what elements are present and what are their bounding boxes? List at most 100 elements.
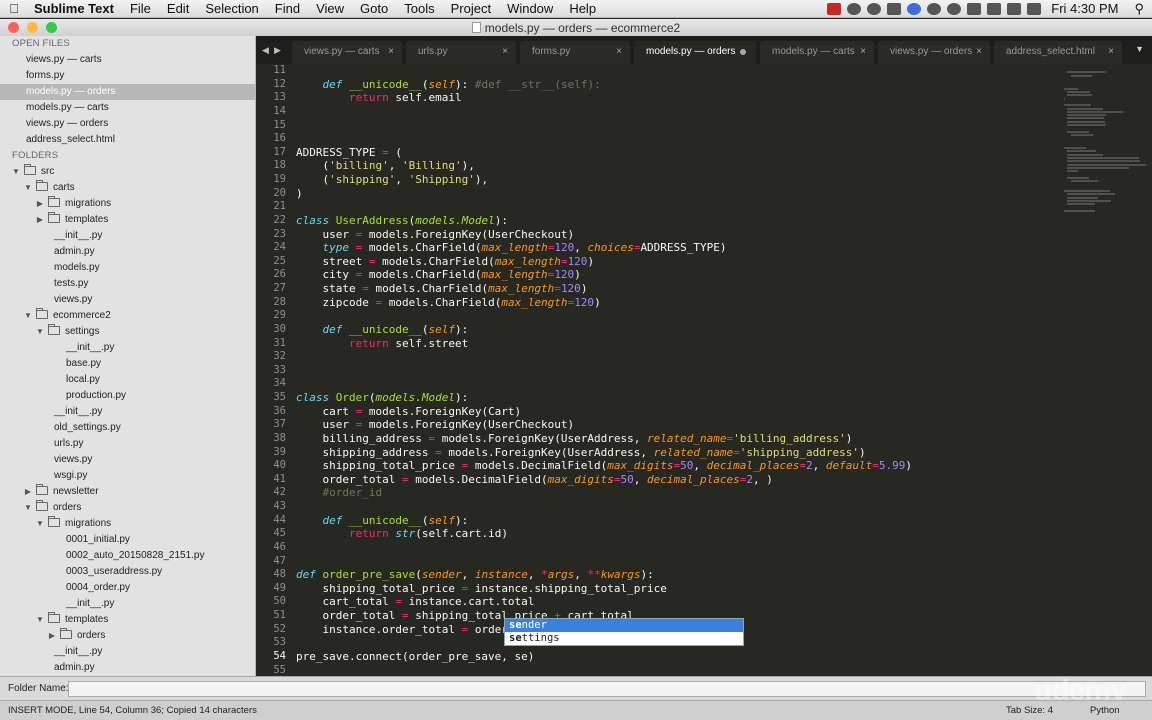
- code-line[interactable]: [296, 119, 912, 133]
- code-line[interactable]: shipping_address = models.ForeignKey(Use…: [296, 446, 912, 460]
- code-line[interactable]: [296, 664, 912, 677]
- code-area[interactable]: def __unicode__(self): #def __str__(self…: [296, 64, 912, 676]
- code-line[interactable]: [296, 364, 912, 378]
- autocomplete-item[interactable]: sender: [505, 619, 743, 632]
- code-line[interactable]: def __unicode__(self): #def __str__(self…: [296, 78, 912, 92]
- tab-urls-py[interactable]: urls.py ×: [406, 41, 516, 64]
- autocomplete-item[interactable]: settings: [505, 632, 743, 645]
- folder-item[interactable]: ▼ src: [0, 164, 255, 180]
- battery-icon[interactable]: [1027, 2, 1042, 15]
- code-line[interactable]: pre_save.connect(order_pre_save, se): [296, 650, 912, 664]
- expanded-arrow-icon[interactable]: ▼: [34, 612, 46, 628]
- open-file-item[interactable]: models.py — carts: [0, 100, 255, 116]
- menu-edit[interactable]: Edit: [159, 1, 197, 16]
- code-line[interactable]: [296, 309, 912, 323]
- close-tab-icon[interactable]: ×: [616, 41, 622, 62]
- code-line[interactable]: street = models.CharField(max_length=120…: [296, 255, 912, 269]
- collapsed-arrow-icon[interactable]: ▶: [34, 196, 46, 212]
- code-line[interactable]: [296, 132, 912, 146]
- menu-help[interactable]: Help: [561, 1, 604, 16]
- file-item[interactable]: old_settings.py: [0, 420, 255, 436]
- tab-list-dropdown-icon[interactable]: ▼: [1135, 44, 1144, 54]
- file-item[interactable]: __init__.py: [0, 228, 255, 244]
- code-line[interactable]: class Order(models.Model):: [296, 391, 912, 405]
- tab-forms-py[interactable]: forms.py ×: [520, 41, 630, 64]
- code-line[interactable]: cart_total = instance.cart.total: [296, 595, 912, 609]
- menu-file[interactable]: File: [122, 1, 159, 16]
- open-file-item[interactable]: address_select.html: [0, 132, 255, 148]
- file-item[interactable]: __init__.py: [0, 596, 255, 612]
- file-item[interactable]: production.py: [0, 388, 255, 404]
- code-line[interactable]: shipping_total_price = models.DecimalFie…: [296, 459, 911, 473]
- folder-item[interactable]: ▶ orders: [0, 628, 255, 644]
- code-line[interactable]: city = models.CharField(max_length=120): [296, 268, 912, 282]
- code-line[interactable]: [296, 541, 912, 555]
- file-item[interactable]: tests.py: [0, 276, 255, 292]
- code-line[interactable]: return self.street: [296, 337, 912, 351]
- code-line[interactable]: ('billing', 'Billing'),: [296, 159, 912, 173]
- code-line[interactable]: ('shipping', 'Shipping'),: [296, 173, 912, 187]
- tab-address-select-html[interactable]: address_select.html ×: [994, 41, 1122, 64]
- expanded-arrow-icon[interactable]: ▼: [34, 324, 46, 340]
- open-file-item[interactable]: views.py — orders: [0, 116, 255, 132]
- menu-tools[interactable]: Tools: [396, 1, 442, 16]
- collapsed-arrow-icon[interactable]: ▶: [46, 628, 58, 644]
- folder-item[interactable]: ▼ templates: [0, 612, 255, 628]
- file-item[interactable]: 0001_initial.py: [0, 532, 255, 548]
- expanded-arrow-icon[interactable]: ▼: [22, 308, 34, 324]
- code-editor[interactable]: 11 12 13 14 15 16 17 18 19 20 21 22 23 24 25 26 27 28 29 30…: [256, 64, 1152, 676]
- tab-views-py-orders[interactable]: views.py — orders ×: [878, 41, 990, 64]
- file-item[interactable]: wsgi.py: [0, 468, 255, 484]
- close-tab-icon[interactable]: ×: [976, 41, 982, 62]
- cloud-icon[interactable]: [907, 2, 922, 15]
- tab-scroll-right-icon[interactable]: ▶: [274, 45, 281, 56]
- autocomplete-popup[interactable]: sender settings: [504, 618, 744, 646]
- code-line[interactable]: shipping_total_price = instance.shipping…: [296, 582, 912, 596]
- code-line[interactable]: cart = models.ForeignKey(Cart): [296, 405, 912, 419]
- folder-item[interactable]: ▼ migrations: [0, 516, 255, 532]
- folder-item[interactable]: ▶ templates: [0, 212, 255, 228]
- code-line[interactable]: [296, 350, 912, 364]
- code-line[interactable]: ADDRESS_TYPE = (: [296, 146, 912, 160]
- close-tab-icon[interactable]: ×: [502, 41, 508, 62]
- folder-item[interactable]: ▶ migrations: [0, 196, 255, 212]
- code-line[interactable]: return str(self.cart.id): [296, 527, 912, 541]
- close-tab-icon[interactable]: ×: [388, 41, 394, 62]
- tab-views-py-carts[interactable]: views.py — carts ×: [292, 41, 402, 64]
- file-item[interactable]: models.py: [0, 260, 255, 276]
- collapsed-arrow-icon[interactable]: ▶: [34, 212, 46, 228]
- menu-selection[interactable]: Selection: [197, 1, 266, 16]
- dropbox-icon[interactable]: [887, 2, 902, 15]
- syntax-selector[interactable]: Python: [1090, 705, 1120, 716]
- file-item[interactable]: __init__.py: [0, 644, 255, 660]
- file-item[interactable]: base.py: [0, 356, 255, 372]
- file-item[interactable]: views.py: [0, 452, 255, 468]
- file-item[interactable]: local.py: [0, 372, 255, 388]
- code-line[interactable]: [296, 555, 912, 569]
- close-tab-icon[interactable]: ×: [1108, 41, 1114, 62]
- tab-models-py-orders[interactable]: models.py — orders: [634, 41, 756, 64]
- code-line[interactable]: return self.email: [296, 91, 912, 105]
- tab-scroll-left-icon[interactable]: ◀: [262, 45, 269, 56]
- code-line[interactable]: def __unicode__(self):: [296, 323, 912, 337]
- open-file-item[interactable]: models.py — orders: [0, 84, 255, 100]
- recording-icon[interactable]: [827, 2, 842, 15]
- clock[interactable]: Fri 4:30 PM: [1047, 1, 1128, 16]
- time-machine-icon[interactable]: [947, 2, 962, 15]
- file-item[interactable]: 0004_order.py: [0, 580, 255, 596]
- menu-goto[interactable]: Goto: [352, 1, 396, 16]
- notification-icon[interactable]: [847, 2, 862, 15]
- code-line[interactable]: state = models.CharField(max_length=120): [296, 282, 912, 296]
- file-item[interactable]: views.py: [0, 292, 255, 308]
- file-item[interactable]: admin.py: [0, 660, 255, 676]
- bluetooth-icon[interactable]: [967, 2, 982, 15]
- code-line[interactable]: user = models.ForeignKey(UserCheckout): [296, 418, 912, 432]
- expanded-arrow-icon[interactable]: ▼: [22, 180, 34, 196]
- file-item[interactable]: admin.py: [0, 244, 255, 260]
- folder-name-input[interactable]: [68, 681, 1146, 697]
- spotlight-search-icon[interactable]: ⚲: [1134, 1, 1144, 17]
- code-line[interactable]: ): [296, 187, 912, 201]
- folder-item[interactable]: ▼ ecommerce2: [0, 308, 255, 324]
- file-item[interactable]: 0003_useraddress.py: [0, 564, 255, 580]
- tab-models-py-carts[interactable]: models.py — carts ×: [760, 41, 874, 64]
